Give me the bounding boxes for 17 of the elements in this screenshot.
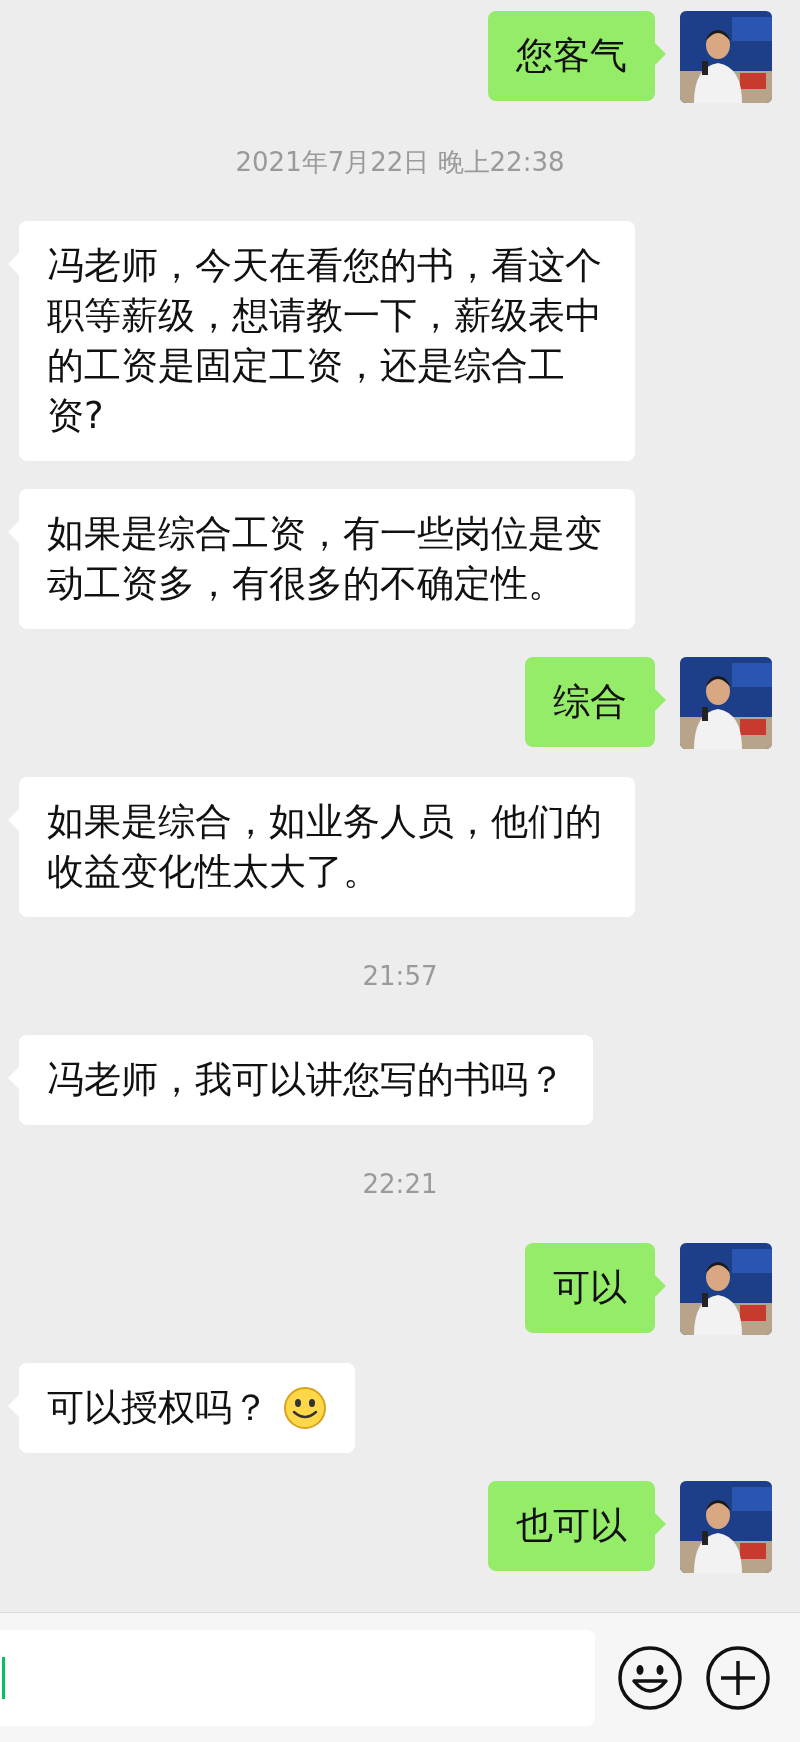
smile-icon <box>617 1644 683 1711</box>
plus-icon <box>705 1644 771 1711</box>
message-text: 可以授权吗？ <box>47 1385 269 1431</box>
message-text: 冯老师，我可以讲您写的书吗？ <box>47 1057 565 1103</box>
emoji-button[interactable] <box>617 1644 683 1711</box>
message-text: 可以 <box>553 1265 627 1311</box>
message-text: 综合 <box>553 679 627 725</box>
more-button[interactable] <box>705 1644 771 1711</box>
message-text: 您客气 <box>516 33 627 79</box>
timestamp: 2021年7月22日 晚上22:38 <box>235 145 565 179</box>
timestamp: 21:57 <box>362 961 438 991</box>
message-text: 也可以 <box>516 1503 627 1549</box>
timestamp: 22:21 <box>362 1169 438 1199</box>
message-text: 如果是综合，如业务人员，他们的收益变化性太大了。 <box>47 799 603 895</box>
message-text: 冯老师，今天在看您的书，看这个职等薪级，想请教一下，薪级表中的工资是固定工资，还是综合工资? <box>47 243 603 439</box>
input-field[interactable] <box>0 1629 595 1726</box>
message-text: 如果是综合工资，有一些岗位是变动工资多，有很多的不确定性。 <box>47 511 603 607</box>
